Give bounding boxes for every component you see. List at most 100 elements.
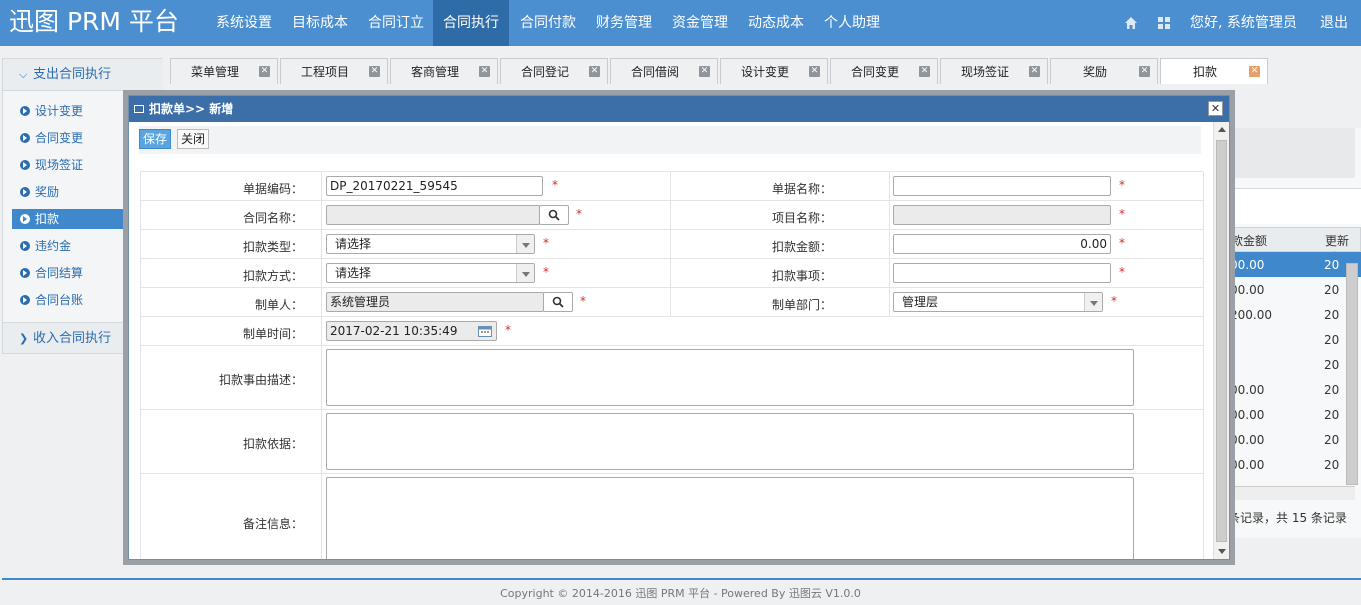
deduction-amount-field[interactable]: 0.00 (893, 234, 1111, 254)
modal-close-icon[interactable]: ✕ (1208, 101, 1223, 116)
remarks-textarea[interactable] (326, 477, 1134, 559)
grid-cell-amount: 00.00 (1230, 458, 1265, 472)
nav-item-contract-execution[interactable]: 合同执行 (433, 0, 509, 46)
nav-item-contract-payment[interactable]: 合同付款 (510, 0, 586, 46)
scrollbar-thumb[interactable] (1216, 140, 1227, 542)
contract-search-button[interactable] (539, 205, 569, 225)
search-icon (552, 296, 564, 308)
logout-link[interactable]: 退出 (1320, 0, 1348, 46)
required-mark: * (543, 236, 549, 250)
sidebar-item-settlement[interactable]: 合同结算 (12, 263, 130, 283)
close-icon[interactable]: ✕ (369, 66, 380, 77)
tab-label: 合同登记 (520, 65, 569, 79)
save-button[interactable]: 保存 (139, 129, 172, 149)
grid-cell-date: 20 (1324, 408, 1340, 422)
close-icon[interactable]: ✕ (589, 66, 600, 77)
tab-contract-registration[interactable]: 合同登记 ✕ (500, 58, 608, 84)
sidebar-item-ledger[interactable]: 合同台账 (12, 290, 130, 310)
sidebar-item-reward[interactable]: 奖励 (12, 182, 130, 202)
nav-item-contract-signing[interactable]: 合同订立 (358, 0, 434, 46)
modal-title-bar[interactable]: 扣款单>> 新增 (129, 96, 1229, 122)
scroll-up-icon[interactable] (1218, 127, 1226, 132)
close-icon[interactable]: ✕ (1139, 66, 1150, 77)
grid-cell-date: 20 (1324, 258, 1340, 272)
footer-copyright: Copyright © 2014-2016 迅图 PRM 平台 - Powere… (500, 587, 861, 600)
circle-arrow-icon (20, 160, 30, 170)
calendar-icon[interactable] (478, 325, 492, 337)
deduction-method-select[interactable]: 请选择 (326, 263, 535, 283)
tab-label: 工程项目 (300, 65, 349, 79)
required-mark: * (505, 323, 511, 337)
tab-contract-borrow[interactable]: 合同借阅 ✕ (610, 58, 718, 84)
close-button[interactable]: 关闭 (177, 129, 210, 149)
reason-textarea[interactable] (326, 349, 1134, 406)
home-icon[interactable] (1124, 16, 1138, 30)
tab-merchants[interactable]: 客商管理 ✕ (390, 58, 498, 84)
tab-label: 合同变更 (850, 65, 899, 79)
tab-deduction[interactable]: 扣款 ✕ (1160, 58, 1268, 84)
close-icon[interactable]: ✕ (919, 66, 930, 77)
doc-name-field[interactable] (893, 176, 1111, 196)
nav-item-system-settings[interactable]: 系统设置 (206, 0, 282, 46)
sidebar-item-contract-change[interactable]: 合同变更 (12, 128, 130, 148)
tab-reward[interactable]: 奖励 ✕ (1050, 58, 1158, 84)
close-icon[interactable]: ✕ (699, 66, 710, 77)
sidebar-item-design-change[interactable]: 设计变更 (12, 101, 130, 121)
nav-item-personal-assistant[interactable]: 个人助理 (814, 0, 890, 46)
sidebar-item-deduction[interactable]: 扣款 (12, 209, 130, 229)
basis-textarea[interactable] (326, 413, 1134, 470)
grid-cell-date: 20 (1324, 383, 1340, 397)
create-time-field[interactable]: 2017-02-21 10:35:49 (326, 321, 497, 341)
page-scrollbar-thumb[interactable] (1346, 263, 1358, 485)
modal-scrollbar[interactable] (1213, 122, 1229, 559)
nav-item-dynamic-cost[interactable]: 动态成本 (738, 0, 814, 46)
deduction-amount-label: 扣款金额： (771, 240, 832, 254)
grid-cell-amount: 00.00 (1230, 408, 1265, 422)
grid-horizontal-scrollbar[interactable] (1228, 486, 1355, 500)
creator-search-button[interactable] (543, 292, 573, 312)
sidebar-item-site-visa[interactable]: 现场签证 (12, 155, 130, 175)
doc-code-field[interactable]: DP_20170221_59545 (326, 176, 543, 196)
chevron-down-icon (516, 264, 534, 282)
creator-dept-select[interactable]: 管理层 (893, 292, 1103, 312)
chevron-right-icon: ❯ (19, 332, 29, 345)
sidebar-group-expense[interactable]: ⌵ 支出合同执行 (3, 59, 163, 91)
footer-divider (2, 578, 1361, 580)
sidebar-item-penalty[interactable]: 违约金 (12, 236, 130, 256)
contract-name-field[interactable] (326, 205, 540, 225)
tab-bar: 菜单管理 ✕ 工程项目 ✕ 客商管理 ✕ 合同登记 ✕ 合同借阅 ✕ 设计变更 ✕ 合同变更… (170, 58, 1361, 86)
tab-projects[interactable]: 工程项目 ✕ (280, 58, 388, 84)
tab-design-change[interactable]: 设计变更 ✕ (720, 58, 828, 84)
close-icon[interactable]: ✕ (1029, 66, 1040, 77)
tab-menu-management[interactable]: 菜单管理 ✕ (170, 58, 278, 84)
project-name-field[interactable] (893, 205, 1111, 225)
deduction-type-select[interactable]: 请选择 (326, 234, 535, 254)
required-mark: * (1119, 207, 1125, 221)
creator-field[interactable]: 系统管理员 (326, 292, 544, 312)
modal-title: 扣款单>> 新增 (149, 102, 234, 116)
required-mark: * (1119, 178, 1125, 192)
nav-item-finance[interactable]: 财务管理 (586, 0, 662, 46)
user-greeting[interactable]: 您好, 系统管理员 (1190, 0, 1297, 46)
nav-item-target-cost[interactable]: 目标成本 (282, 0, 358, 46)
tab-label: 菜单管理 (190, 65, 239, 79)
chevron-down-icon: ⌵ (19, 68, 28, 81)
grid-icon[interactable] (1157, 16, 1171, 30)
tab-contract-change[interactable]: 合同变更 ✕ (830, 58, 938, 84)
tab-site-visa[interactable]: 现场签证 ✕ (940, 58, 1048, 84)
tab-label: 扣款 (1192, 65, 1217, 79)
deduction-matter-field[interactable] (893, 263, 1111, 283)
required-mark: * (580, 294, 586, 308)
grid-header-amount[interactable]: 款金额 (1231, 232, 1267, 249)
grid-cell-amount: 200.00 (1230, 308, 1272, 322)
close-icon[interactable]: ✕ (479, 66, 490, 77)
close-icon[interactable]: ✕ (259, 66, 270, 77)
tab-label: 合同借阅 (630, 65, 679, 79)
nav-item-funds[interactable]: 资金管理 (662, 0, 738, 46)
close-icon[interactable]: ✕ (809, 66, 820, 77)
grid-cell-date: 20 (1324, 333, 1340, 347)
close-icon[interactable]: ✕ (1249, 66, 1260, 77)
tab-label: 现场签证 (960, 65, 1009, 79)
select-value: 管理层 (902, 295, 939, 309)
scroll-down-icon[interactable] (1218, 549, 1226, 554)
